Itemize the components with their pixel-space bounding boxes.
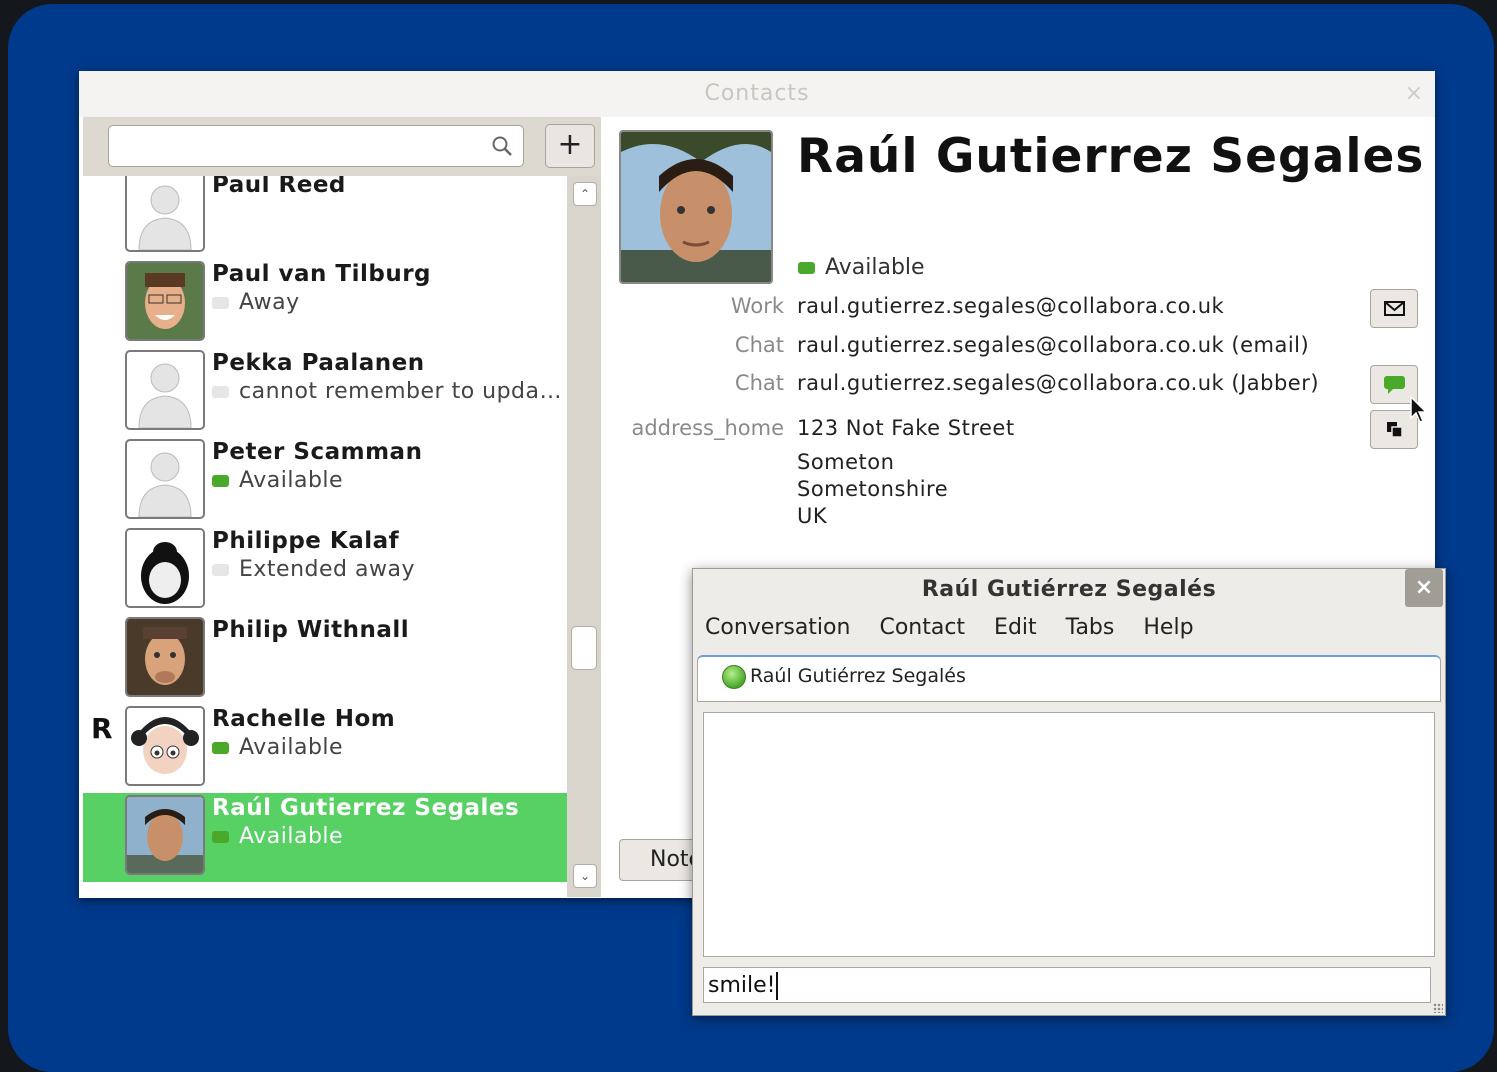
contact-list-pane: + Paul Reed Paul van Tilburg Away Pekka …: [83, 117, 601, 897]
contact-name: Rachelle Hom: [212, 706, 396, 732]
scrollbar[interactable]: ⌃ ⌄: [567, 176, 601, 897]
contact-status: cannot remember to upda…: [212, 379, 562, 404]
contact-status: Away: [212, 290, 300, 315]
avatar: [125, 795, 205, 875]
available-icon: [722, 665, 746, 689]
menu-bar: Conversation Contact Edit Tabs Help: [705, 615, 1216, 640]
available-icon: [212, 831, 229, 843]
field-label: Chat: [734, 371, 784, 395]
resize-grip-icon[interactable]: [1433, 1003, 1443, 1013]
contact-status: Available: [212, 468, 343, 493]
search-icon: [492, 136, 512, 156]
contact-name: Philip Withnall: [212, 617, 410, 643]
tab-label: Raúl Gutiérrez Segalés: [750, 665, 966, 687]
scrollbar-thumb[interactable]: [571, 626, 597, 670]
field-label: Chat: [734, 333, 784, 357]
list-item-selected[interactable]: Raúl Gutierrez Segales Available: [83, 793, 567, 882]
avatar: [125, 617, 205, 697]
contact-name: Raúl Gutierrez Segales: [212, 795, 520, 821]
close-icon[interactable]: ×: [1405, 569, 1443, 607]
mouse-pointer-icon: [1410, 396, 1428, 423]
address-label: address_home: [631, 416, 784, 440]
scroll-up-icon[interactable]: ⌃: [573, 182, 597, 206]
contact-status: Available: [212, 824, 343, 849]
chat-window-title: Raúl Gutiérrez Segalés: [921, 577, 1217, 602]
list-item[interactable]: Paul van Tilburg Away: [83, 259, 567, 348]
default-avatar-icon: [125, 350, 205, 430]
address-line: Sometonshire: [797, 477, 949, 501]
send-email-button[interactable]: [1370, 289, 1418, 328]
menu-conversation[interactable]: Conversation: [705, 615, 850, 640]
available-icon: [212, 475, 229, 487]
scroll-down-icon[interactable]: ⌄: [573, 864, 597, 888]
list-item[interactable]: R Rachelle Hom Available: [83, 704, 567, 793]
section-letter: R: [91, 712, 113, 745]
menu-contact[interactable]: Contact: [879, 615, 965, 640]
contact-status: Extended away: [212, 557, 415, 582]
chat-log[interactable]: [703, 712, 1435, 957]
field-value-chat-jabber: raul.gutierrez.segales@collabora.co.uk (…: [797, 371, 1320, 395]
field-label: Work: [730, 294, 784, 318]
menu-edit[interactable]: Edit: [994, 615, 1037, 640]
contact-name: Paul van Tilburg: [212, 261, 432, 287]
cartoon-avatar-icon: [125, 706, 205, 786]
chat-window: Raúl Gutiérrez Segalés × Conversation Co…: [692, 568, 1446, 1016]
tab-conversation[interactable]: Raúl Gutiérrez Segalés: [697, 655, 1441, 702]
menu-tabs[interactable]: Tabs: [1066, 615, 1115, 640]
field-value-email: raul.gutierrez.segales@collabora.co.uk: [797, 294, 1225, 318]
avatar: [125, 261, 205, 341]
list-item[interactable]: Philip Withnall: [83, 615, 567, 704]
list-item[interactable]: Peter Scamman Available: [83, 437, 567, 526]
default-avatar-icon: [125, 439, 205, 519]
add-contact-button[interactable]: +: [545, 124, 595, 168]
contact-name: Paul Reed: [212, 176, 346, 198]
contact-photo: [619, 130, 773, 284]
mail-icon: [1384, 301, 1405, 316]
away-icon: [212, 297, 229, 309]
close-icon[interactable]: ×: [1405, 81, 1423, 106]
list-item[interactable]: Philippe Kalaf Extended away: [83, 526, 567, 615]
text-caret: [776, 972, 779, 1000]
default-avatar-icon: [125, 176, 205, 252]
available-icon: [798, 262, 815, 274]
field-value-chat-email: raul.gutierrez.segales@collabora.co.uk (…: [797, 333, 1310, 357]
contact-name: Philippe Kalaf: [212, 528, 400, 554]
status-message-icon: [212, 386, 229, 398]
desktop: Contacts × + Paul Reed Paul van Tilburg …: [8, 4, 1494, 1072]
contact-full-name: Raúl Gutierrez Segales: [797, 129, 1425, 184]
address-line: 123 Not Fake Street: [797, 416, 1015, 440]
address-line: UK: [797, 504, 828, 528]
message-input-text: smile!: [708, 973, 776, 998]
menu-help[interactable]: Help: [1143, 615, 1193, 640]
search-input[interactable]: [108, 125, 524, 167]
available-icon: [212, 742, 229, 754]
extended-away-icon: [212, 564, 229, 576]
list-item[interactable]: Pekka Paalanen cannot remember to upda…: [83, 348, 567, 437]
contact-list: Paul Reed Paul van Tilburg Away Pekka Pa…: [83, 176, 567, 897]
address-line: Someton: [797, 450, 895, 474]
window-title: Contacts: [79, 71, 1435, 117]
list-item[interactable]: Paul Reed: [83, 176, 567, 259]
contact-status: Available: [212, 735, 343, 760]
contact-name: Peter Scamman: [212, 439, 423, 465]
contact-name: Pekka Paalanen: [212, 350, 425, 376]
penguin-avatar-icon: [125, 528, 205, 608]
message-input[interactable]: smile!: [703, 967, 1431, 1003]
contact-presence: Available: [798, 255, 925, 280]
